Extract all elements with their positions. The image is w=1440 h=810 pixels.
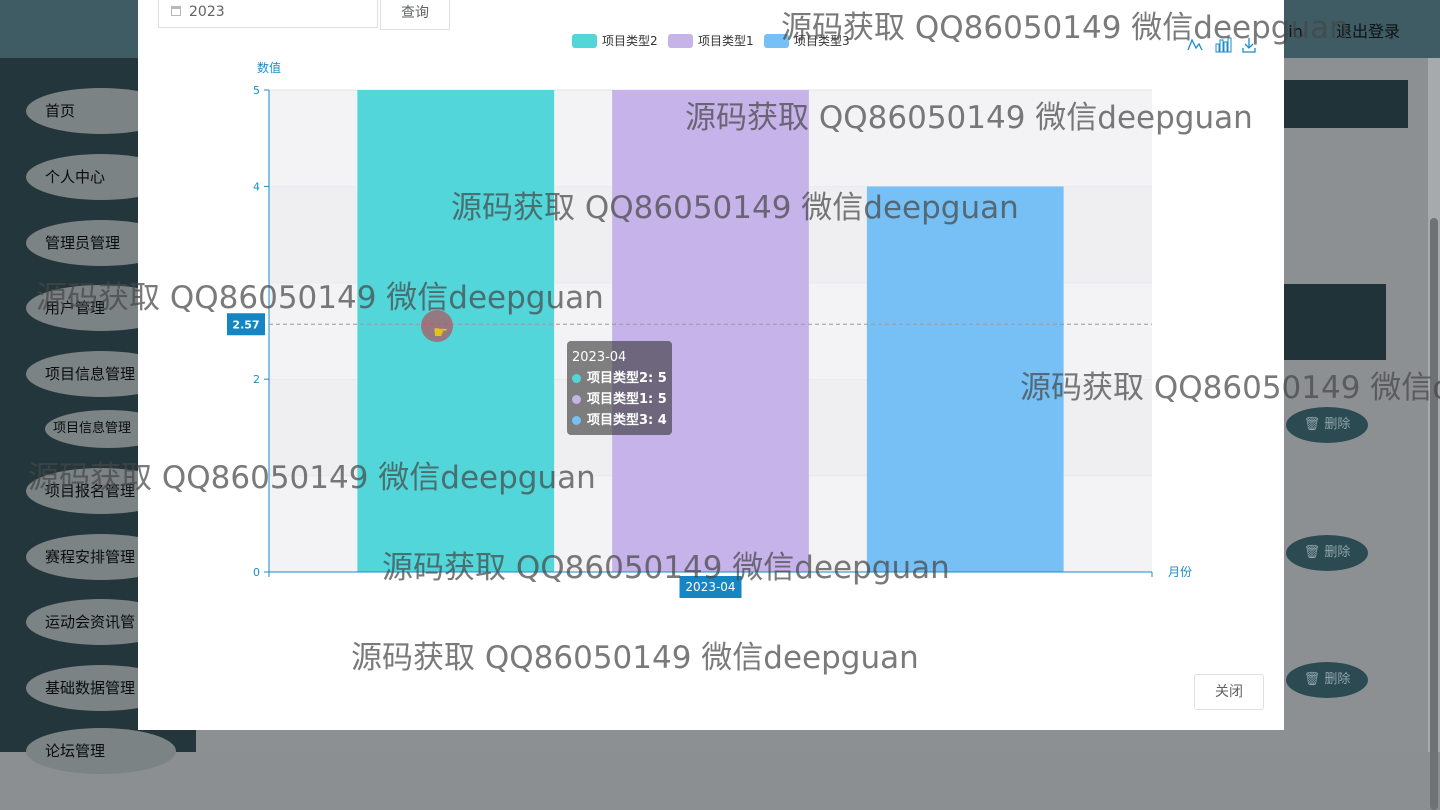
bar	[612, 90, 809, 572]
bar-chart-icon-part	[1219, 39, 1224, 53]
tooltip-marker	[572, 416, 581, 425]
tooltip-marker	[572, 395, 581, 404]
username-label: in	[1288, 22, 1303, 41]
y-tick-label: 2	[253, 373, 260, 386]
tooltip-row: 项目类型3: 4	[572, 410, 667, 431]
y-tick-label: 4	[253, 180, 260, 193]
legend-label: 项目类型3	[794, 34, 850, 48]
y-axis-title: 数值	[257, 60, 281, 75]
bar-chart-icon	[1215, 37, 1232, 53]
tooltip-row-text: 项目类型2: 5	[587, 371, 667, 386]
bar	[357, 90, 555, 572]
sidebar-item-forum[interactable]: 论坛管理	[26, 728, 176, 774]
chart-tooltip: 2023-04 项目类型2: 5 项目类型1: 5 项目类型3: 4	[567, 341, 672, 435]
delete-label: 删除	[1324, 417, 1351, 432]
tooltip-title: 2023-04	[572, 350, 627, 365]
delete-button[interactable]: 🗑 删除	[1286, 535, 1368, 571]
y-tick-label: 0	[253, 566, 260, 579]
scrollbar-thumb[interactable]	[1430, 218, 1438, 810]
delete-button[interactable]: 🗑 删除	[1286, 662, 1368, 698]
chart-toolbox	[1187, 37, 1256, 53]
page-scrollbar[interactable]	[1428, 58, 1440, 810]
trash-icon: 🗑	[1303, 545, 1321, 560]
delete-label: 删除	[1324, 672, 1351, 687]
legend-label: 项目类型1	[698, 34, 754, 48]
bar-chart-icon-part	[1215, 43, 1220, 53]
toolbar-strip	[1284, 80, 1408, 128]
chart-dialog: 2023 查询 0 2 4 5 数值 月份 项目类型2 项目类型1 项目类型3 2.57 202…	[138, 0, 1284, 730]
line-chart-icon	[1187, 38, 1203, 51]
trash-icon: 🗑	[1303, 672, 1321, 687]
download-icon	[1242, 38, 1256, 53]
tooltip-marker	[572, 374, 581, 383]
bar	[866, 186, 1064, 572]
delete-button[interactable]: 🗑 删除	[1286, 407, 1368, 443]
table-header-strip	[1284, 284, 1386, 360]
close-button[interactable]: 关闭	[1194, 674, 1264, 710]
bar-chart-icon-part	[1223, 41, 1228, 53]
axis-pointer-y-label: 2.57	[232, 318, 259, 331]
logout-link[interactable]: 退出登录	[1336, 22, 1400, 41]
tooltip-row: 项目类型1: 5	[572, 389, 667, 410]
chart-legend: 项目类型2 项目类型1 项目类型3	[572, 34, 850, 48]
legend-label: 项目类型2	[602, 34, 658, 48]
x-axis-title: 月份	[1168, 565, 1192, 579]
delete-label: 删除	[1324, 545, 1351, 560]
bar-chart-icon-part	[1227, 37, 1232, 53]
bar-chart: 0 2 4 5 数值月份 项目类型2 项目类型1 项目类型3 2.57 2023-04	[227, 34, 1256, 598]
legend-swatch	[572, 34, 597, 48]
pointer-cursor-icon: ☛	[433, 323, 449, 343]
axis-pointer-x-label: 2023-04	[685, 580, 735, 594]
y-tick-label: 5	[253, 84, 260, 97]
tooltip-row: 项目类型2: 5	[572, 368, 667, 389]
legend-swatch	[764, 34, 789, 48]
tooltip-row-text: 项目类型3: 4	[587, 413, 667, 428]
legend-swatch	[668, 34, 693, 48]
tooltip-row-text: 项目类型1: 5	[587, 392, 667, 407]
trash-icon: 🗑	[1303, 417, 1321, 432]
